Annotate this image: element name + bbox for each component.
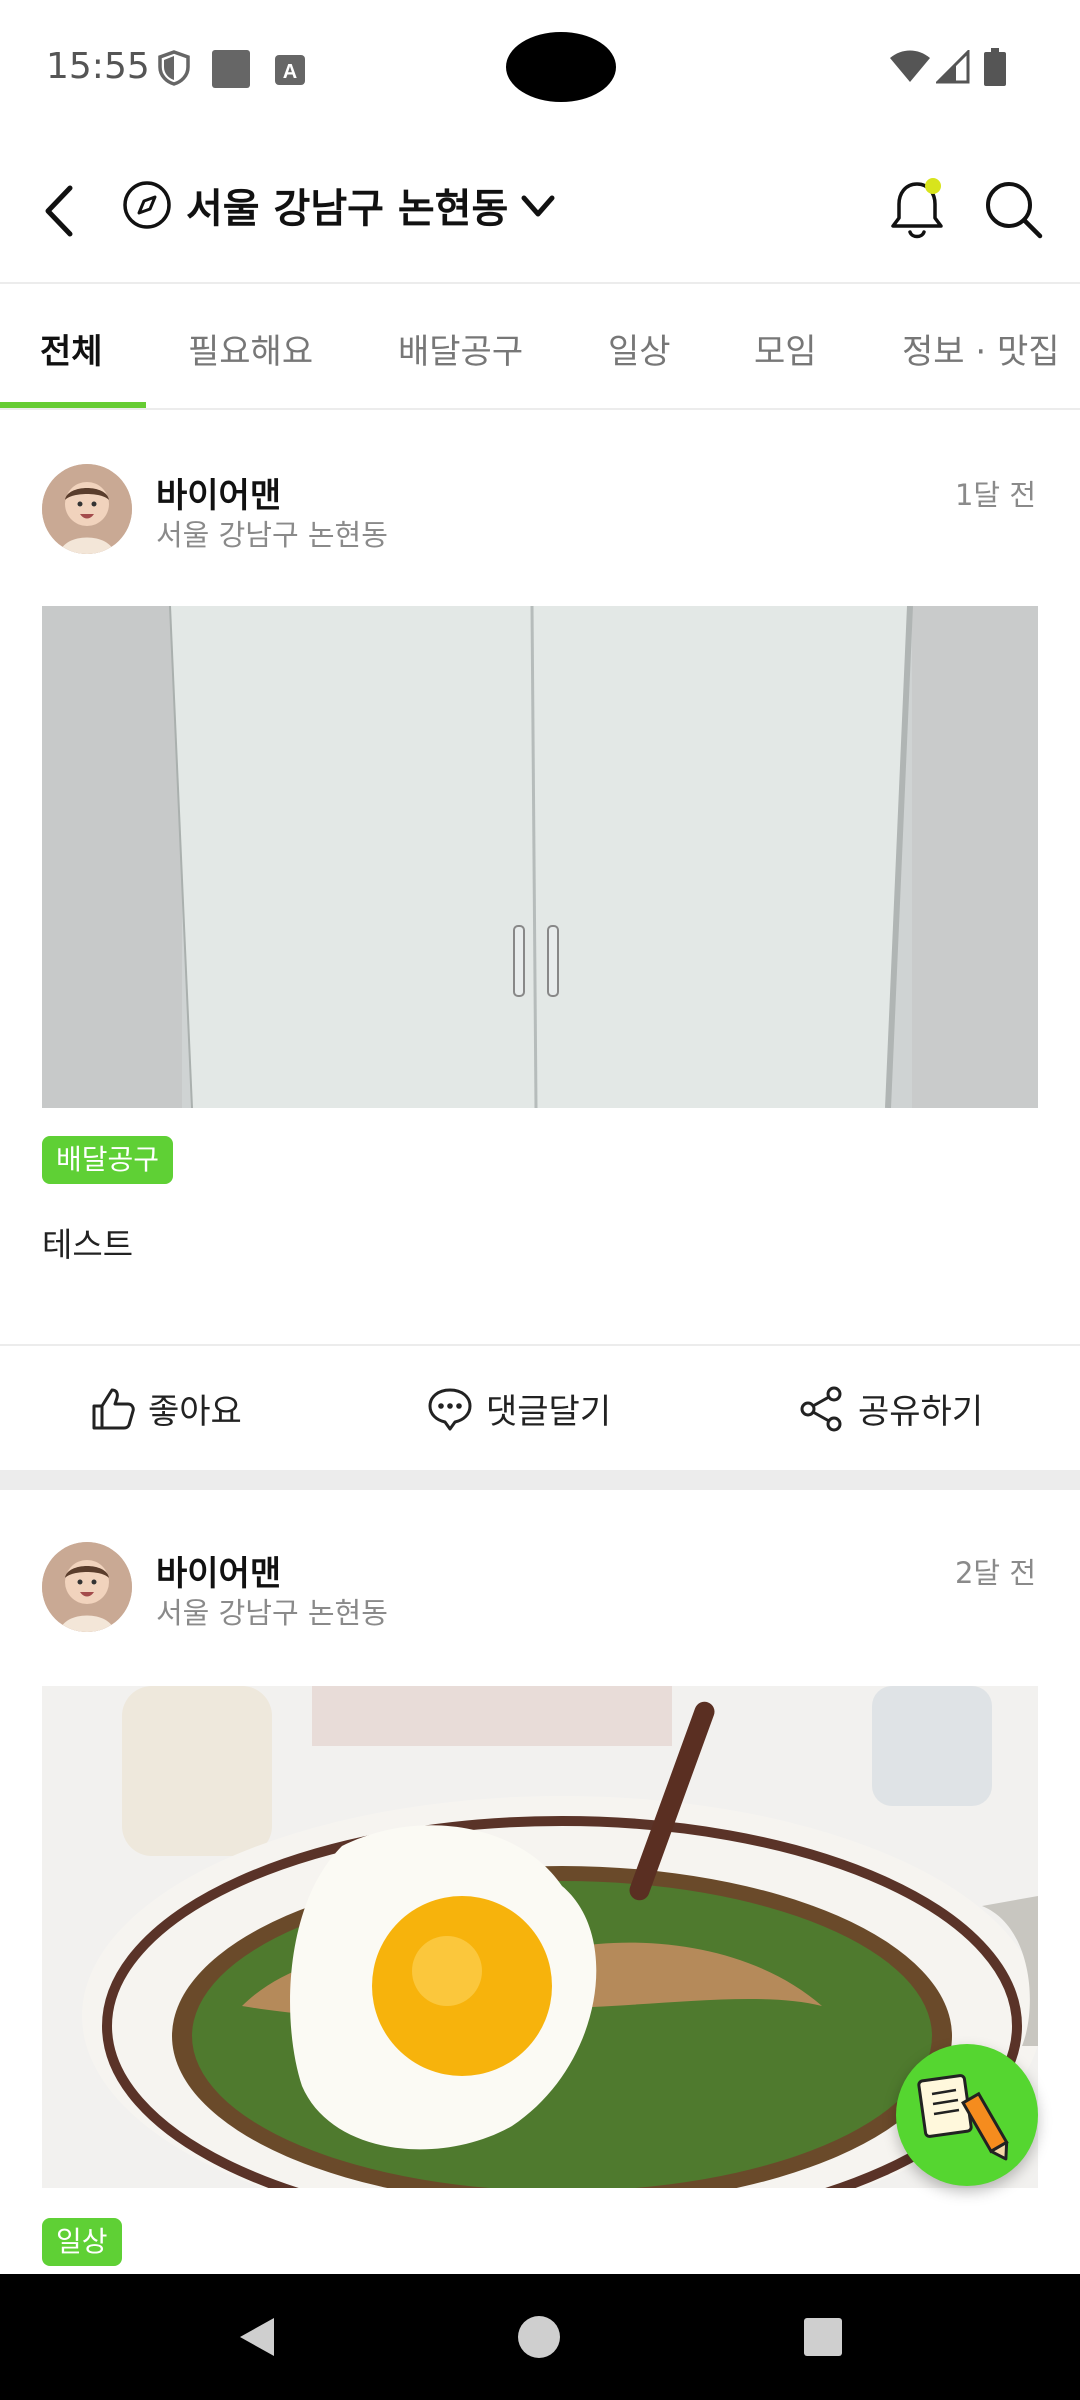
post-time: 1달 전 bbox=[954, 478, 1036, 512]
write-post-icon bbox=[917, 2074, 1009, 2161]
comment-label: 댓글달기 bbox=[486, 1392, 612, 1432]
post-author-location: 서울 강남구 논현동 bbox=[156, 1596, 388, 1630]
like-label: 좋아요 bbox=[148, 1392, 242, 1432]
bell-icon[interactable] bbox=[886, 176, 948, 242]
camera-cutout bbox=[506, 32, 616, 102]
post-separator bbox=[0, 1470, 1080, 1490]
category-badge: 일상 bbox=[42, 2218, 122, 2266]
tab-meetup[interactable]: 모임 bbox=[754, 324, 817, 373]
svg-text:A: A bbox=[283, 61, 297, 83]
tab-group-delivery[interactable]: 배달공구 bbox=[398, 324, 523, 373]
chevron-down-icon[interactable] bbox=[518, 188, 558, 224]
post-text[interactable]: 테스트 bbox=[42, 1218, 133, 1266]
like-button[interactable]: 좋아요 bbox=[90, 1384, 242, 1433]
square-notification-icon bbox=[212, 50, 250, 88]
post-time: 2달 전 bbox=[954, 1556, 1036, 1590]
okonomiyaki-photo bbox=[42, 1686, 1038, 2188]
share-icon bbox=[800, 1386, 842, 1431]
divider bbox=[0, 1344, 1080, 1346]
compass-icon bbox=[123, 181, 171, 229]
tab-all[interactable]: 전체 bbox=[40, 324, 103, 373]
nav-back-icon[interactable] bbox=[234, 2314, 280, 2360]
comment-button[interactable]: 댓글달기 bbox=[426, 1384, 611, 1433]
a-notification-icon: A bbox=[275, 55, 305, 85]
post-image[interactable] bbox=[42, 606, 1038, 1108]
avatar[interactable] bbox=[42, 464, 132, 554]
share-button[interactable]: 공유하기 bbox=[798, 1384, 983, 1433]
post-author-location: 서울 강남구 논현동 bbox=[156, 518, 388, 552]
avatar[interactable] bbox=[42, 1542, 132, 1632]
top-app-bar: 서울 강남구 논현동 bbox=[0, 136, 1080, 284]
system-navigation-bar bbox=[0, 2274, 1080, 2400]
nav-home-icon[interactable] bbox=[516, 2314, 562, 2360]
comment-icon bbox=[428, 1388, 472, 1430]
write-post-fab[interactable] bbox=[896, 2044, 1038, 2186]
notification-dot bbox=[925, 178, 941, 194]
category-badge: 배달공구 bbox=[42, 1136, 174, 1184]
cabinet-photo bbox=[42, 606, 1038, 1108]
back-arrow-icon[interactable] bbox=[36, 176, 80, 246]
shield-icon bbox=[158, 50, 190, 86]
tab-needed[interactable]: 필요해요 bbox=[188, 324, 313, 373]
wifi-icon bbox=[890, 50, 930, 82]
post-image[interactable] bbox=[42, 1686, 1038, 2188]
status-bar: 15:55 A bbox=[0, 0, 1080, 136]
location-title[interactable]: 서울 강남구 논현동 bbox=[186, 176, 508, 234]
search-icon[interactable] bbox=[982, 178, 1044, 240]
nav-recents-icon[interactable] bbox=[802, 2316, 844, 2358]
baby-avatar-image bbox=[42, 1542, 132, 1632]
battery-icon bbox=[984, 48, 1006, 86]
post-card[interactable]: 바이어맨 서울 강남구 논현동 1달 전 배달공구 테스트 좋아요 댓글달기 공… bbox=[0, 412, 1080, 1470]
category-tabs: 전체 필요해요 배달공구 일상 모임 정보 · 맛집 bbox=[0, 284, 1080, 410]
post-author[interactable]: 바이어맨 bbox=[156, 1546, 281, 1595]
tab-indicator bbox=[0, 402, 146, 408]
signal-icon bbox=[936, 50, 970, 84]
thumbs-up-icon bbox=[92, 1388, 135, 1429]
post-author[interactable]: 바이어맨 bbox=[156, 468, 281, 517]
tab-info-restaurants[interactable]: 정보 · 맛집 bbox=[902, 324, 1060, 373]
share-label: 공유하기 bbox=[858, 1392, 984, 1432]
status-time: 15:55 bbox=[46, 46, 150, 87]
tab-daily[interactable]: 일상 bbox=[608, 324, 671, 373]
baby-avatar-image bbox=[42, 464, 132, 554]
